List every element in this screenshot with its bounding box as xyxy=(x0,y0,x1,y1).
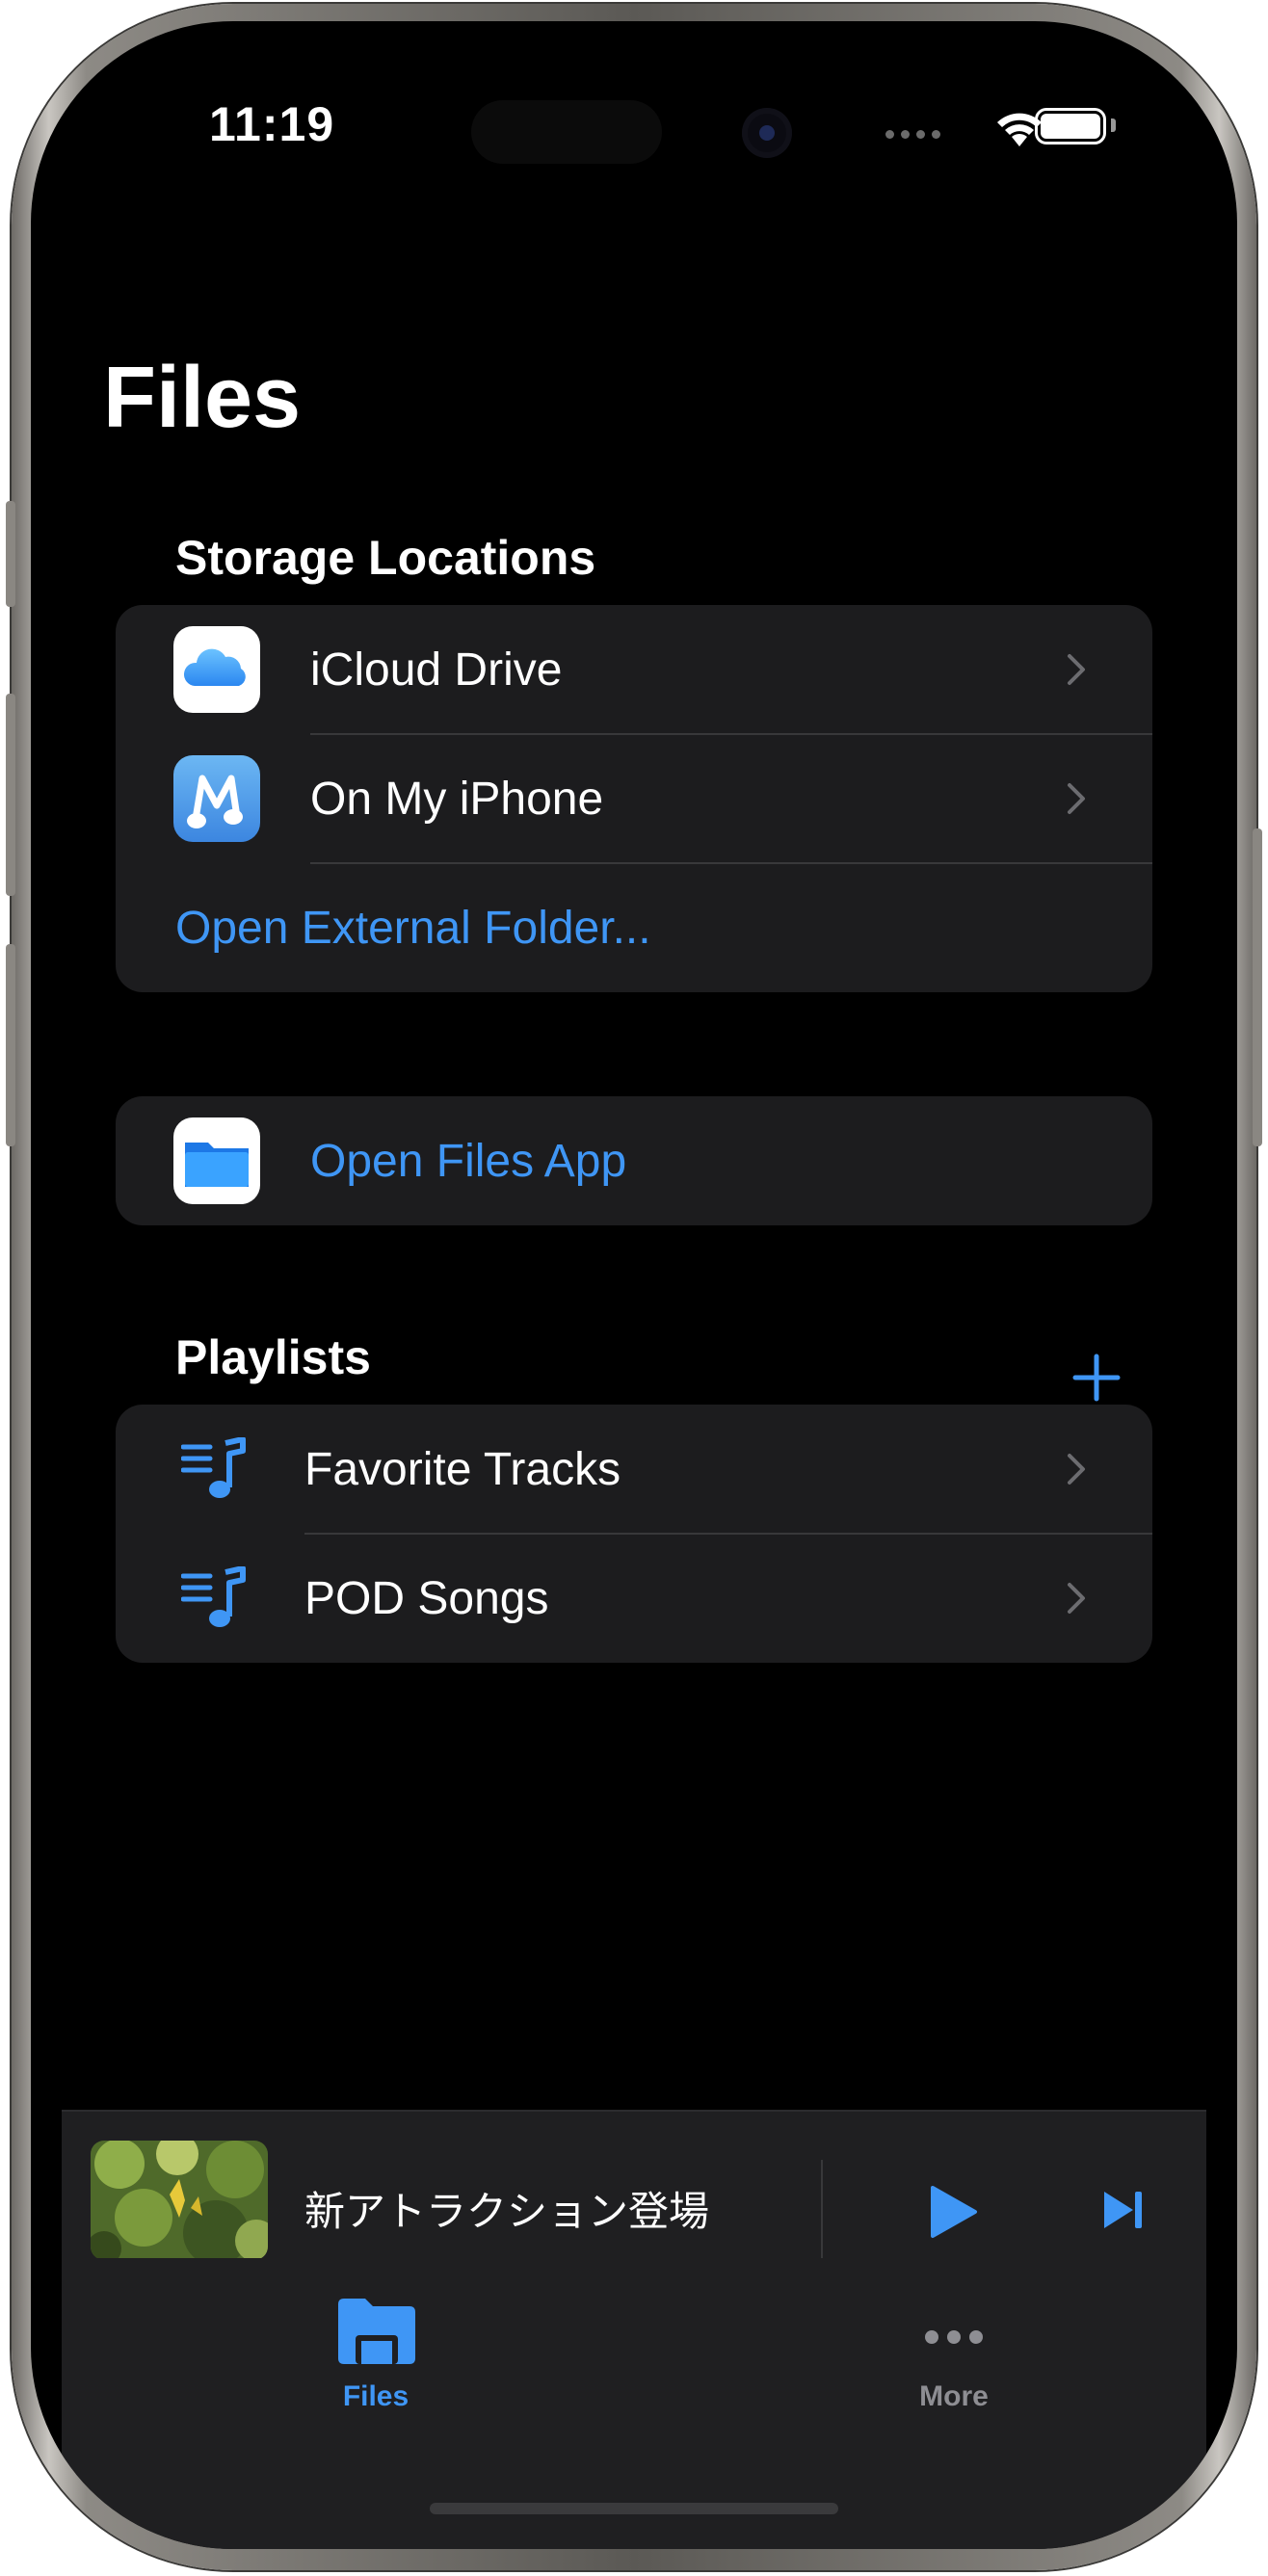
mini-player[interactable]: 新アトラクション登場 xyxy=(62,2110,1206,2285)
playlist-label: Favorite Tracks xyxy=(304,1443,621,1495)
open-files-app-row[interactable]: Open Files App xyxy=(116,1096,1152,1225)
status-bar: 11:19 xyxy=(31,21,1237,175)
tab-files-label: Files xyxy=(342,2380,409,2412)
plus-icon[interactable] xyxy=(1070,1351,1123,1405)
playlists-card: Favorite Tracks POD Songs xyxy=(116,1405,1152,1663)
tab-more-label: More xyxy=(919,2380,989,2412)
playlist-label: POD Songs xyxy=(304,1572,549,1624)
icloud-drive-label: iCloud Drive xyxy=(310,644,563,696)
silent-switch xyxy=(6,501,15,607)
ellipsis-icon xyxy=(925,2330,983,2344)
album-artwork xyxy=(91,2141,268,2260)
storage-locations-header: Storage Locations xyxy=(175,531,596,585)
volume-down-button xyxy=(6,944,15,1146)
playlist-row-favorite-tracks[interactable]: Favorite Tracks xyxy=(116,1405,1152,1534)
next-track-icon[interactable] xyxy=(1102,2189,1145,2231)
volume-up-button xyxy=(6,694,15,896)
power-button xyxy=(1253,828,1262,1146)
storage-locations-card: iCloud Drive On My iPhone Open External … xyxy=(116,605,1152,992)
chevron-right-icon xyxy=(1068,654,1085,685)
camera-icon xyxy=(742,108,792,158)
tab-files[interactable]: Files xyxy=(279,2297,472,2413)
open-external-folder-row[interactable]: Open External Folder... xyxy=(116,863,1152,992)
track-title: 新アトラクション登場 xyxy=(304,2189,710,2234)
open-external-folder-link[interactable]: Open External Folder... xyxy=(175,902,651,955)
chevron-right-icon xyxy=(1068,1583,1085,1614)
home-indicator xyxy=(430,2503,838,2514)
playlists-header: Playlists xyxy=(175,1330,371,1384)
playlist-icon xyxy=(181,1566,246,1627)
battery-icon xyxy=(1035,108,1106,145)
icloud-icon xyxy=(173,626,260,713)
music-app-icon xyxy=(173,755,260,842)
battery-nub xyxy=(1111,118,1116,132)
chevron-right-icon xyxy=(1068,1454,1085,1485)
on-my-iphone-label: On My iPhone xyxy=(310,773,604,825)
playlist-row-pod-songs[interactable]: POD Songs xyxy=(116,1534,1152,1663)
tab-more[interactable]: More xyxy=(858,2297,1050,2413)
chevron-right-icon xyxy=(1068,783,1085,814)
open-files-app-card: Open Files App xyxy=(116,1096,1152,1225)
cellular-signal-icon xyxy=(885,130,940,139)
on-my-iphone-row[interactable]: On My iPhone xyxy=(116,734,1152,863)
play-icon[interactable] xyxy=(929,2185,979,2239)
files-folder-icon xyxy=(173,1117,260,1204)
folder-icon xyxy=(338,2299,415,2364)
dynamic-island xyxy=(471,100,662,164)
page-title: Files xyxy=(103,350,302,446)
open-files-app-label: Open Files App xyxy=(310,1135,627,1187)
playlist-icon xyxy=(181,1437,246,1498)
icloud-drive-row[interactable]: iCloud Drive xyxy=(116,605,1152,734)
screen: 11:19 Files Storage Locations iCloud Dri… xyxy=(31,21,1237,2549)
status-time: 11:19 xyxy=(209,97,335,151)
